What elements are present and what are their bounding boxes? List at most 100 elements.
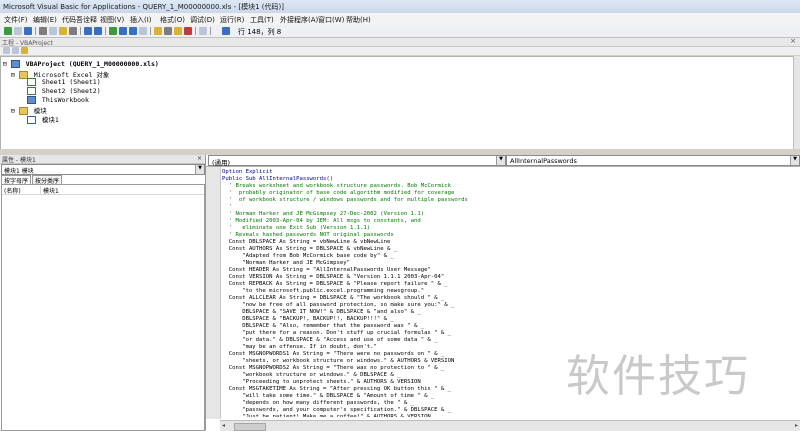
code-line[interactable]: "workbook structure or windows." & DBLSP… <box>222 372 582 379</box>
cut-icon[interactable] <box>39 27 47 35</box>
title-bar: Microsoft Visual Basic for Applications … <box>0 0 800 14</box>
undo-icon[interactable] <box>84 27 92 35</box>
tree-node-thisworkbook[interactable]: ThisWorkbook <box>27 96 89 104</box>
scroll-right-icon[interactable]: ▸ <box>795 422 798 429</box>
code-line[interactable]: Const VERSION As String = DBLSPACE & "Ve… <box>222 274 582 281</box>
code-line[interactable]: "sheets, or workbook structure or window… <box>222 358 582 365</box>
menu-run[interactable]: 运行(R) <box>220 15 244 25</box>
property-value[interactable]: 模块1 <box>43 186 59 195</box>
property-row[interactable]: (名称) 模块1 <box>2 186 204 195</box>
code-line[interactable]: DBLSPACE & "Also, remember that the pass… <box>222 323 582 330</box>
code-line[interactable]: ' of workbook structure / windows passwo… <box>222 197 582 204</box>
menu-addins[interactable]: 外接程序(A) <box>280 15 318 25</box>
view-code-icon[interactable] <box>3 47 10 54</box>
toggle-folders-icon[interactable] <box>21 47 28 54</box>
code-line[interactable]: Option Explicit <box>222 169 582 176</box>
tree-node-sheet1[interactable]: Sheet1 (Sheet1) <box>27 78 101 86</box>
menu-tools[interactable]: 工具(T) <box>250 15 274 25</box>
menu-format[interactable]: 格式(O) <box>160 15 185 25</box>
code-line[interactable]: "put there for a reason. Don't stuff up … <box>222 330 582 337</box>
code-line[interactable]: ' Breaks worksheet and workbook structur… <box>222 183 582 190</box>
property-name: (名称) <box>4 188 21 195</box>
save-icon[interactable] <box>24 27 32 35</box>
close-icon[interactable]: × <box>197 155 202 162</box>
code-line[interactable]: Const MSGNOPWORDS1 As String = "There we… <box>222 351 582 358</box>
code-line[interactable]: "depends on how many different passwords… <box>222 400 582 407</box>
code-line[interactable]: "Adapted from Bob McCormick base code by… <box>222 253 582 260</box>
menu-help[interactable]: 帮助(H) <box>346 15 371 25</box>
reset-icon[interactable] <box>129 27 137 35</box>
horizontal-scrollbar[interactable]: ◂ ▸ <box>220 420 800 431</box>
code-line[interactable]: DBLSPACE & "SAVE IT NOW!" & DBLSPACE & "… <box>222 309 582 316</box>
menu-file[interactable]: 文件(F) <box>4 15 28 25</box>
chevron-down-icon[interactable]: ▼ <box>790 156 799 165</box>
code-line[interactable]: "to the microsoft.public.excel.programmi… <box>222 288 582 295</box>
toolbar-separator <box>105 27 106 35</box>
code-line[interactable]: "or data." & DBLSPACE & "Access and use … <box>222 337 582 344</box>
tree-node-module1[interactable]: 模块1 <box>27 114 59 124</box>
collapse-icon[interactable]: ⊟ <box>3 60 7 68</box>
project-scrollbar[interactable] <box>793 56 800 149</box>
code-line[interactable]: ' Norman Harker and JE McGimpsey 27-Dec-… <box>222 211 582 218</box>
code-line[interactable]: ' <box>222 204 582 211</box>
redo-icon[interactable] <box>94 27 102 35</box>
menu-window[interactable]: 窗口(W) <box>318 15 344 25</box>
properties-window-icon[interactable] <box>164 27 172 35</box>
tab-alphabetic[interactable]: 按字母序 <box>1 175 32 185</box>
code-line[interactable]: Const ALLCLEAR As String = DBLSPACE & "T… <box>222 295 582 302</box>
code-text[interactable]: Option Explicit Public Sub AllInternalPas… <box>222 169 582 417</box>
chevron-down-icon[interactable]: ▼ <box>195 165 204 174</box>
code-line[interactable]: Const MSGNOPWORDS2 As String = "There wa… <box>222 365 582 372</box>
tree-node-project[interactable]: ⊟ VBAProject (QUERY_1_M00000000.xls) <box>3 60 159 68</box>
toolbox-icon[interactable] <box>184 27 192 35</box>
code-line[interactable]: "may be an offense. If in doubt, don't." <box>222 344 582 351</box>
chevron-down-icon[interactable]: ▼ <box>496 156 505 165</box>
code-line[interactable]: DBLSPACE & "BACKUP!, BACKUP!!, BACKUP!!!… <box>222 316 582 323</box>
tab-categorized[interactable]: 按分类序 <box>32 175 63 185</box>
find-icon[interactable] <box>69 27 77 35</box>
code-line[interactable]: Const REPBACK As String = DBLSPACE & "Pl… <box>222 281 582 288</box>
paste-icon[interactable] <box>59 27 67 35</box>
object-browser-icon[interactable] <box>174 27 182 35</box>
code-line[interactable]: Const MSGTAKETIME As String = "After pre… <box>222 386 582 393</box>
code-line[interactable]: Const AUTHORS As String = DBLSPACE & vbN… <box>222 246 582 253</box>
menu-edit[interactable]: 编辑(E) <box>33 15 57 25</box>
code-line[interactable]: ' probably originator of base code algor… <box>222 190 582 197</box>
tree-node-sheet2[interactable]: Sheet2 (Sheet2) <box>27 87 101 95</box>
collapse-icon[interactable]: ⊟ <box>11 71 15 79</box>
object-selector-value: 模块1 模块 <box>4 168 34 175</box>
code-line[interactable]: Const DBLSPACE As String = vbNewLine & v… <box>222 239 582 246</box>
code-line[interactable]: "now be free of all password protection,… <box>222 302 582 309</box>
menu-view[interactable]: 视图(V) <box>100 15 124 25</box>
menu-debug[interactable]: 调试(D) <box>190 15 215 25</box>
code-line[interactable]: "passwords, and your computer's specific… <box>222 407 582 414</box>
code-line[interactable]: "Norman Harker and JE McGimpsey" <box>222 260 582 267</box>
collapse-icon[interactable]: ⊟ <box>11 107 15 115</box>
code-line[interactable]: Public Sub AllInternalPasswords() <box>222 176 582 183</box>
copy-icon[interactable] <box>49 27 57 35</box>
design-mode-icon[interactable] <box>139 27 147 35</box>
insert-module-icon[interactable] <box>14 27 22 35</box>
close-icon[interactable]: × <box>790 37 796 45</box>
project-explorer-icon[interactable] <box>154 27 162 35</box>
code-line[interactable]: ' eliminate one Exit Sub (Version 1.1.1) <box>222 225 582 232</box>
toolbar-separator <box>150 27 151 35</box>
object-selector[interactable]: 模块1 模块 ▼ <box>1 164 205 175</box>
menu-insert[interactable]: 插入(I) <box>130 15 152 25</box>
code-line[interactable]: ' Reveals hashed passwords NOT original … <box>222 232 582 239</box>
scroll-left-icon[interactable]: ◂ <box>222 422 225 429</box>
code-line[interactable]: Const HEADER As String = "AllInternalPas… <box>222 267 582 274</box>
help-icon[interactable] <box>199 27 207 35</box>
menu-code-explain[interactable]: 代码吾诠释 <box>62 15 97 25</box>
procedure-combo[interactable]: AllInternalPasswords ▼ <box>506 155 800 166</box>
view-excel-icon[interactable] <box>4 27 12 35</box>
object-combo[interactable]: (通用) ▼ <box>208 155 506 167</box>
code-line[interactable]: "Proceeding to unprotect sheets." & AUTH… <box>222 379 582 386</box>
run-icon[interactable] <box>109 27 117 35</box>
code-line[interactable]: "will take some time." & DBLSPACE & "Amo… <box>222 393 582 400</box>
code-line[interactable]: "Just be patient! Make me a coffee!" & A… <box>222 414 582 417</box>
margin-indicator-bar[interactable] <box>206 167 221 419</box>
break-icon[interactable] <box>119 27 127 35</box>
code-line[interactable]: ' Modified 2003-Apr-04 by JEM: All msgs … <box>222 218 582 225</box>
view-object-icon[interactable] <box>12 47 19 54</box>
